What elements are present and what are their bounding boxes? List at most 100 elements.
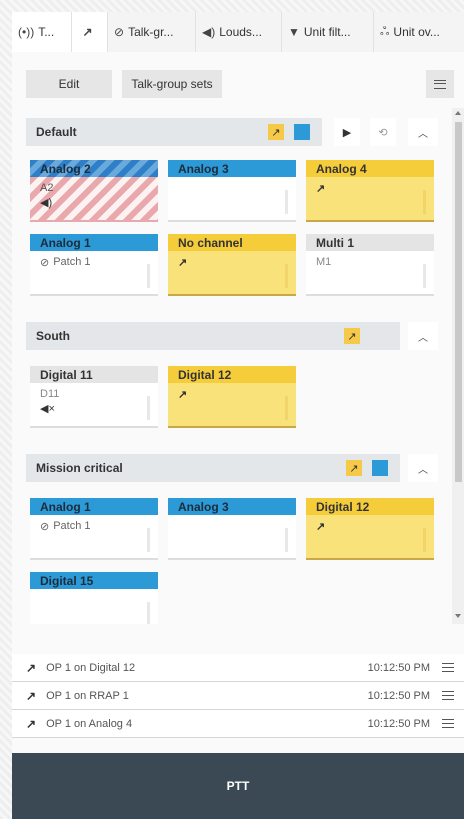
volume-slider[interactable] — [285, 396, 288, 420]
tile-subtitle: M1 — [316, 256, 332, 268]
volume-slider[interactable] — [285, 190, 288, 214]
color-indicator — [372, 460, 388, 476]
activity-log: ↗ OP 1 on Digital 12 10:12:50 PM ↗ OP 1 … — [12, 654, 464, 738]
tile-title: No channel — [168, 234, 296, 251]
tile-subtitle: Patch 1 — [53, 520, 91, 532]
arrow-icon: ↗ — [344, 328, 360, 344]
app-frame: (•)) T... ↗ ⊘ Talk-gr... ◀) Louds... ▼ U… — [12, 12, 464, 819]
hamburger-icon — [434, 79, 446, 89]
scrollbar-thumb[interactable] — [455, 122, 462, 482]
talkgroup-tile[interactable]: Analog 2 A2 ◀) — [30, 160, 158, 222]
link-icon: ⊘ — [40, 256, 50, 269]
edit-button[interactable]: Edit — [26, 70, 112, 98]
tab-label: Unit filt... — [303, 25, 351, 39]
volume-slider[interactable] — [285, 528, 288, 552]
radio-icon: (•)) — [18, 25, 35, 39]
volume-slider[interactable] — [147, 528, 150, 552]
tile-title: Analog 2 — [30, 160, 158, 177]
arrow-icon: ↗ — [178, 388, 188, 401]
tab-loudspeakers[interactable]: ◀) Louds... — [196, 12, 282, 52]
talkgroup-tile[interactable]: Analog 3 — [168, 160, 296, 222]
tile-title: Digital 15 — [30, 572, 158, 589]
tile-subtitle: D11 — [40, 388, 60, 400]
group-title: Default — [36, 125, 77, 139]
row-menu-icon[interactable] — [442, 691, 454, 700]
arrow-icon: ↗ — [346, 460, 362, 476]
link-icon: ⊘ — [114, 25, 125, 39]
tab-talkgroups[interactable]: (•)) T... — [12, 12, 72, 52]
menu-button[interactable] — [426, 70, 454, 98]
talkgroup-tile[interactable]: Analog 1 ⊘ Patch 1 — [30, 498, 158, 560]
tile-title: Digital 11 — [30, 366, 158, 383]
scroll-down-icon[interactable] — [455, 614, 461, 618]
volume-slider[interactable] — [147, 602, 150, 624]
volume-slider[interactable] — [147, 264, 150, 288]
log-time: 10:12:50 PM — [367, 717, 430, 730]
row-menu-icon[interactable] — [442, 663, 454, 672]
tab-label: Talk-gr... — [128, 25, 174, 39]
tile-title: Analog 1 — [30, 234, 158, 251]
talkgroup-tile[interactable]: Digital 15 — [30, 572, 158, 624]
volume-slider[interactable] — [423, 264, 426, 288]
volume-slider[interactable] — [423, 528, 426, 552]
talkgroup-tile[interactable]: Digital 12 ↗ — [306, 498, 434, 560]
log-text: OP 1 on Analog 4 — [46, 717, 133, 730]
log-row[interactable]: ↗ OP 1 on Digital 12 10:12:50 PM — [12, 654, 464, 682]
talkgroup-sets-button[interactable]: Talk-group sets — [122, 70, 222, 98]
arrow-icon: ↗ — [82, 25, 93, 39]
arrow-icon: ↗ — [26, 688, 37, 703]
tile-title: Analog 3 — [168, 160, 296, 177]
replay-button[interactable]: ⟲ — [370, 118, 396, 146]
tab-unit-filter[interactable]: ▼ Unit filt... — [282, 12, 374, 52]
tile-title: Analog 3 — [168, 498, 296, 515]
tile-subtitle: A2 — [40, 182, 54, 194]
tile-title: Analog 1 — [30, 498, 158, 515]
talkgroup-tile[interactable]: No channel ↗ — [168, 234, 296, 296]
talkgroup-scroll-area[interactable]: Default ↗ ▶ ⟲ ︿ Analog 2 A2 ◀) Analog 3 … — [12, 108, 464, 624]
volume-slider[interactable] — [147, 396, 150, 420]
tile-title: Digital 12 — [168, 366, 296, 383]
arrow-icon: ↗ — [316, 520, 326, 533]
scroll-up-icon[interactable] — [455, 111, 461, 115]
collapse-button[interactable]: ︿ — [408, 118, 438, 146]
talkgroup-tile[interactable]: Analog 4 ↗ — [306, 160, 434, 222]
collapse-button[interactable]: ︿ — [408, 454, 438, 482]
tab-label: Louds... — [219, 25, 262, 39]
speaker-icon: ◀) — [202, 25, 216, 39]
volume-slider[interactable] — [423, 190, 426, 214]
talkgroup-tile[interactable]: Multi 1 M1 — [306, 234, 434, 296]
talkgroup-tile[interactable]: Digital 12 ↗ — [168, 366, 296, 428]
log-row[interactable]: ↗ OP 1 on Analog 4 10:12:50 PM — [12, 710, 464, 738]
talkgroup-tile[interactable]: Analog 1 ⊘ Patch 1 — [30, 234, 158, 296]
tab-label: T... — [38, 25, 55, 39]
log-text: OP 1 on Digital 12 — [46, 661, 136, 674]
arrow-icon: ↗ — [26, 660, 37, 675]
group-title: Mission critical — [36, 461, 123, 475]
group-header-mission-critical[interactable]: Mission critical — [26, 454, 400, 482]
scrollbar[interactable] — [452, 108, 464, 624]
arrow-icon: ↗ — [316, 182, 326, 195]
tab-label: Unit ov... — [393, 25, 440, 39]
tile-title: Analog 4 — [306, 160, 434, 177]
group-title: South — [36, 329, 70, 343]
talkgroup-tile[interactable]: Digital 11 D11 ◀× — [30, 366, 158, 428]
row-menu-icon[interactable] — [442, 719, 454, 728]
tile-title: Digital 12 — [306, 498, 434, 515]
log-row[interactable]: ↗ OP 1 on RRAP 1 10:12:50 PM — [12, 682, 464, 710]
volume-slider[interactable] — [285, 264, 288, 288]
arrow-icon: ↗ — [26, 716, 37, 731]
tab-talk-groups[interactable]: ⊘ Talk-gr... — [108, 12, 196, 52]
tab-unit-overview[interactable]: ஃ Unit ov... — [374, 12, 464, 52]
talkgroup-tile[interactable]: Analog 3 — [168, 498, 296, 560]
tile-title: Multi 1 — [306, 234, 434, 251]
play-button[interactable]: ▶ — [334, 118, 360, 146]
log-text: OP 1 on RRAP 1 — [46, 689, 129, 702]
speaker-muted-icon: ◀× — [40, 402, 55, 415]
ptt-button[interactable]: PTT — [12, 753, 464, 819]
tab-arrow[interactable]: ↗ — [72, 12, 108, 52]
log-time: 10:12:50 PM — [367, 661, 430, 674]
collapse-button[interactable]: ︿ — [408, 322, 438, 350]
nodes-icon: ஃ — [380, 24, 390, 38]
color-indicator — [294, 124, 310, 140]
tab-bar: (•)) T... ↗ ⊘ Talk-gr... ◀) Louds... ▼ U… — [12, 12, 464, 52]
